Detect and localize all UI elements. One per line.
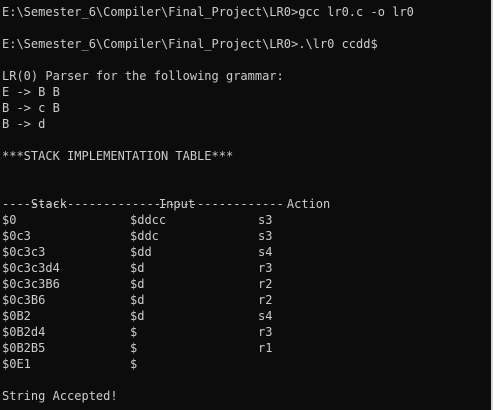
cell-input: $d <box>130 261 145 275</box>
prompt-text: E:\Semester_6\Compiler\Final_Project\LR0… <box>2 5 299 19</box>
cell-action: r2 <box>258 293 273 307</box>
table-row: $0 $ddcc s3 <box>2 212 338 228</box>
table-row: $0B2d4 $ r3 <box>2 324 338 340</box>
cell-input: $ddc <box>130 229 159 243</box>
cell-action: s3 <box>258 213 273 227</box>
cell-stack: $0B2B5 <box>2 341 46 355</box>
grammar-rule: B -> d <box>2 117 46 131</box>
table-row: $0c3c3 $dd s4 <box>2 244 338 260</box>
command-line-compile: E:\Semester_6\Compiler\Final_Project\LR0… <box>2 4 414 20</box>
cell-action: s3 <box>258 229 273 243</box>
table-row: $0B2 $d s4 <box>2 308 338 324</box>
cell-stack: $0c3c3 <box>2 245 46 259</box>
header-action: Action <box>286 197 331 211</box>
table-row: $0c3c3B6 $d r2 <box>2 276 338 292</box>
cell-stack: $0B2 <box>2 309 31 323</box>
table-title: ***STACK IMPLEMENTATION TABLE*** <box>2 149 234 163</box>
cell-input: $ <box>130 341 138 355</box>
cell-action: r3 <box>258 325 273 339</box>
cell-stack: $0B2d4 <box>2 325 46 339</box>
command-line-run: E:\Semester_6\Compiler\Final_Project\LR0… <box>2 36 378 52</box>
cell-stack: $0E1 <box>2 357 31 371</box>
cell-input: $ddcc <box>130 213 167 227</box>
table-row: $0E1 $ <box>2 356 338 372</box>
cell-input: $d <box>130 309 145 323</box>
result-message: String Accepted! <box>2 389 118 403</box>
cell-action: s4 <box>258 245 273 259</box>
cell-input: $d <box>130 293 145 307</box>
cell-stack: $0c3B6 <box>2 293 46 307</box>
cell-input: $dd <box>130 245 152 259</box>
cell-action: s4 <box>258 309 273 323</box>
cell-stack: $0c3c3B6 <box>2 277 60 291</box>
table-row: $0c3c3d4 $d r3 <box>2 260 338 276</box>
cell-action: r2 <box>258 277 273 291</box>
cell-stack: $0c3c3d4 <box>2 261 60 275</box>
cell-input: $ <box>130 325 138 339</box>
prompt-text: E:\Semester_6\Compiler\Final_Project\LR0… <box>2 37 299 51</box>
command-text: .\lr0 ccdd$ <box>298 37 378 51</box>
cell-input: $d <box>130 277 145 291</box>
grammar-rule: B -> c B <box>2 101 60 115</box>
table-row: $0c3B6 $d r2 <box>2 292 338 308</box>
table-header: Stack Input Action <box>2 180 367 211</box>
parser-title: LR(0) Parser for the following grammar: <box>2 69 284 83</box>
grammar-rule: E -> B B <box>2 85 60 99</box>
cell-input: $ <box>130 357 138 371</box>
table-divider: --------------------------------------- <box>2 197 284 211</box>
table-row: $0B2B5 $ r1 <box>2 340 338 356</box>
cell-action: r3 <box>258 261 273 275</box>
table-row: $0c3 $ddc s3 <box>2 228 338 244</box>
command-text: gcc lr0.c -o lr0 <box>298 5 414 19</box>
console-window[interactable]: E:\Semester_6\Compiler\Final_Project\LR0… <box>0 0 493 410</box>
cell-stack: $0c3 <box>2 229 31 243</box>
cell-stack: $0 <box>2 213 17 227</box>
cell-action: r1 <box>258 341 273 355</box>
